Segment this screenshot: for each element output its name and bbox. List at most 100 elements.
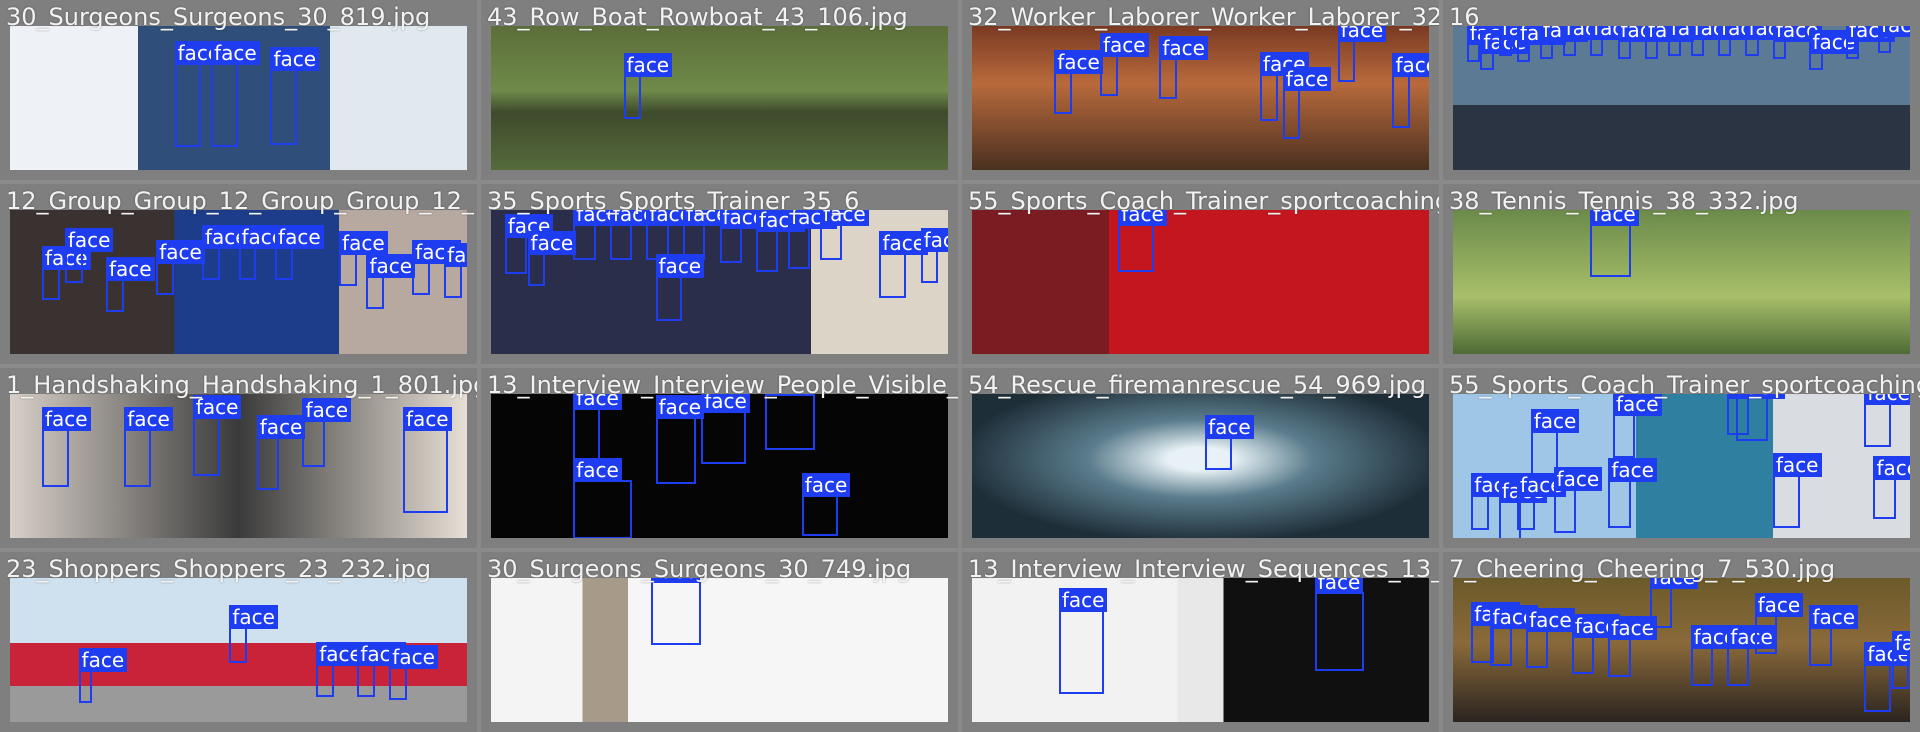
image-tile: facefacefacefacefaceface13_Interview_Int… bbox=[481, 368, 958, 548]
tile-photo: face face face face face bbox=[10, 578, 467, 722]
face-box: face bbox=[1718, 26, 1767, 56]
face-box: face bbox=[124, 406, 173, 488]
face-box: face bbox=[1058, 587, 1108, 695]
image-tile: face 55_Sports_Coach_Trainer_sportcoachin… bbox=[962, 184, 1439, 364]
tile-photo: face bbox=[491, 578, 948, 722]
face-box: face bbox=[1337, 26, 1387, 82]
face-label: face bbox=[78, 648, 128, 673]
face-label: face bbox=[1878, 26, 1910, 37]
face-box: face bbox=[801, 472, 851, 537]
face-label: face bbox=[1526, 607, 1575, 632]
face-box: face bbox=[573, 458, 633, 538]
face-box: face bbox=[1736, 394, 1785, 442]
face-label: face bbox=[801, 472, 851, 497]
image-tile: facefacefacefacefacefacefacefacefaceface… bbox=[1443, 0, 1920, 180]
tile-caption: 32_Worker_Laborer_Worker_Laborer_32_6 bbox=[968, 3, 1439, 31]
face-box: face bbox=[920, 228, 948, 284]
face-box: face bbox=[316, 642, 365, 698]
face-box: face bbox=[1809, 604, 1859, 666]
face-box: face bbox=[879, 231, 929, 298]
tile-photo: facefacefacefacefacefacefacefacefaceface… bbox=[491, 210, 948, 354]
tile-caption: 1_Handshaking_Handshaking_1_801.jpg bbox=[6, 371, 477, 399]
face-box: face bbox=[573, 210, 622, 261]
face-box: face bbox=[1590, 26, 1639, 56]
face-label: face bbox=[256, 415, 306, 440]
image-tile: face face 13_Interview_Interview_Sequences… bbox=[962, 552, 1439, 732]
face-box: face bbox=[389, 645, 438, 701]
face-box: face bbox=[1617, 26, 1667, 59]
face-box: face bbox=[701, 394, 750, 465]
face-box: face bbox=[1516, 472, 1566, 531]
tile-photo: facefacefacefacefacefacefacefacefaceface… bbox=[10, 210, 467, 354]
tile-caption: 43_Row_Boat_Rowboat_43_106.jpg bbox=[487, 3, 908, 31]
image-tile: face face face 30_Surgeons_Surgeons_30_819.… bbox=[0, 0, 477, 180]
face-box: face bbox=[1644, 26, 1694, 59]
face-box: face bbox=[1466, 26, 1516, 62]
face-label: face bbox=[1754, 593, 1804, 618]
face-box: face bbox=[339, 231, 388, 286]
image-tile: facefacefacefacefacefacefacefacefaceface… bbox=[1443, 368, 1920, 548]
face-box: face bbox=[302, 397, 352, 468]
face-box: face bbox=[1259, 51, 1309, 121]
face-box: face bbox=[1539, 26, 1589, 59]
tile-caption: 30_Surgeons_Surgeons_30_749.jpg bbox=[487, 555, 912, 583]
face-box: face bbox=[229, 604, 278, 663]
tile-caption: 12_Group_Group_12_Group_Group_12_ bbox=[6, 187, 474, 215]
face-box: face bbox=[357, 642, 406, 698]
face-label: face bbox=[366, 254, 416, 279]
image-tile: facefacefacefacefacefacefacefacefaceface… bbox=[481, 184, 958, 364]
face-label: face bbox=[1159, 35, 1208, 60]
tile-photo: facefacefacefacefaceface bbox=[491, 394, 948, 538]
face-box: face bbox=[650, 578, 701, 646]
face-box: face bbox=[527, 231, 577, 286]
face-label: face bbox=[444, 242, 467, 267]
face-label: face bbox=[229, 604, 278, 629]
face-label: face bbox=[339, 231, 388, 256]
face-box: face bbox=[1205, 415, 1254, 470]
face-label: face bbox=[655, 254, 705, 279]
face-box: face bbox=[1054, 50, 1103, 114]
tile-photo: face bbox=[972, 394, 1429, 538]
face-box: face bbox=[444, 242, 467, 298]
face-box: face bbox=[1864, 642, 1910, 712]
image-tile: face 54_Rescue_firemanrescue_54_969.jpg bbox=[962, 368, 1439, 548]
face-label: face bbox=[573, 458, 622, 483]
tile-photo: facefacefacefacefacefacefacefacefaceface… bbox=[1453, 394, 1910, 538]
image-tile: face 43_Row_Boat_Rowboat_43_106.jpg bbox=[481, 0, 958, 180]
face-box: face bbox=[1159, 35, 1208, 100]
face-label: face bbox=[623, 52, 673, 77]
face-box: face bbox=[270, 47, 320, 146]
face-box: face bbox=[1612, 394, 1662, 459]
face-box: face bbox=[256, 415, 306, 491]
face-box: face bbox=[1864, 394, 1910, 447]
face-box: face bbox=[719, 210, 769, 263]
face-label: face bbox=[1205, 415, 1254, 440]
face-box: face bbox=[788, 210, 837, 269]
face-label: face bbox=[1891, 630, 1910, 655]
face-box: face bbox=[1392, 52, 1429, 128]
face-box: face bbox=[1809, 29, 1859, 71]
face-label: face bbox=[1282, 67, 1332, 92]
face-box: face bbox=[1873, 455, 1910, 519]
face-label: face bbox=[302, 397, 352, 422]
tile-caption: 16 bbox=[1449, 3, 1480, 31]
tile-photo: face face face bbox=[10, 26, 467, 170]
image-tile: facefacefacefacefacefacefacefacefaceface… bbox=[1443, 552, 1920, 732]
face-box: face bbox=[1690, 26, 1740, 56]
tile-photo: face bbox=[491, 26, 948, 170]
face-box: face bbox=[1526, 607, 1575, 669]
face-label: face bbox=[1553, 467, 1603, 492]
detection-grid: face face face 30_Surgeons_Surgeons_30_819.… bbox=[0, 0, 1920, 732]
face-label: face bbox=[1058, 587, 1108, 612]
face-box: face bbox=[655, 254, 705, 321]
face-box: face bbox=[366, 254, 416, 310]
face-box: face bbox=[1727, 625, 1776, 686]
image-tile: face 38_Tennis_Tennis_38_332.jpg bbox=[1443, 184, 1920, 364]
face-label: face bbox=[920, 228, 948, 253]
image-tile: facefacefacefacefacefacefacefacefaceface… bbox=[0, 184, 477, 364]
tile-caption: 7_Cheering_Cheering_7_530.jpg bbox=[1449, 555, 1836, 583]
face-box: face bbox=[64, 228, 114, 284]
tile-photo: facefacefacefacefacefaceface bbox=[972, 26, 1429, 170]
face-label: face bbox=[41, 406, 91, 431]
tile-photo: face face bbox=[972, 578, 1429, 722]
